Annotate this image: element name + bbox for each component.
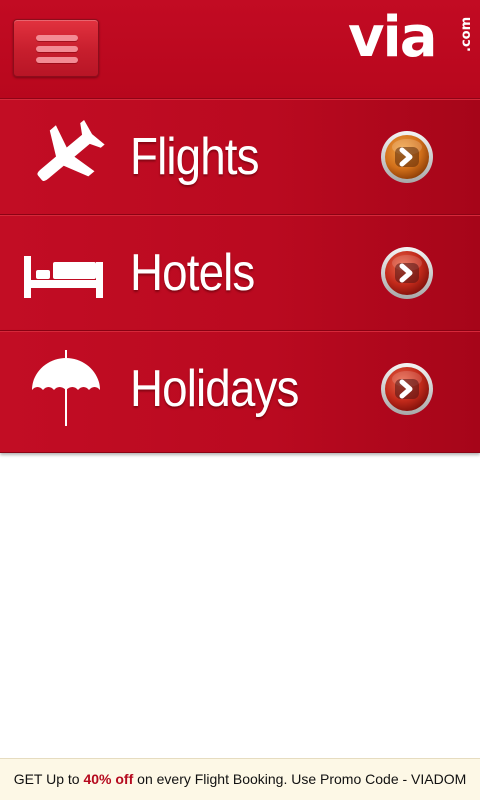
menu-item-hotels[interactable]: Hotels	[0, 215, 480, 331]
promo-text-prefix: GET Up to	[13, 771, 84, 787]
via-logo[interactable]: via .com	[348, 6, 474, 72]
main-menu-list: Flights Hotels Holidays	[0, 99, 480, 453]
chevron-right-icon[interactable]	[380, 246, 434, 300]
airplane-icon	[37, 119, 105, 182]
hamburger-icon-bar	[36, 57, 78, 63]
chevron-right-icon[interactable]	[380, 130, 434, 184]
logo-suffix: .com	[459, 16, 474, 52]
promo-banner[interactable]: GET Up to 40% off on every Flight Bookin…	[0, 758, 480, 800]
menu-item-label: Flights	[130, 128, 259, 186]
umbrella-icon	[32, 350, 100, 426]
app-screen: via .com Flights Hotels Holidays GET Up …	[0, 0, 480, 800]
chevron-right-icon[interactable]	[380, 362, 434, 416]
app-header: via .com	[0, 0, 480, 99]
promo-discount-highlight: 40% off	[83, 771, 134, 787]
bed-icon	[24, 256, 103, 298]
promo-text-suffix: on every Flight Booking. Use Promo Code …	[133, 771, 467, 787]
menu-item-label: Holidays	[130, 360, 299, 418]
logo-text: via	[348, 5, 437, 70]
menu-item-label: Hotels	[130, 244, 255, 302]
hamburger-icon-bar	[36, 46, 78, 52]
menu-item-holidays[interactable]: Holidays	[0, 331, 480, 453]
hamburger-icon	[36, 35, 78, 41]
menu-item-flights[interactable]: Flights	[0, 99, 480, 215]
hamburger-menu-button[interactable]	[13, 19, 99, 77]
